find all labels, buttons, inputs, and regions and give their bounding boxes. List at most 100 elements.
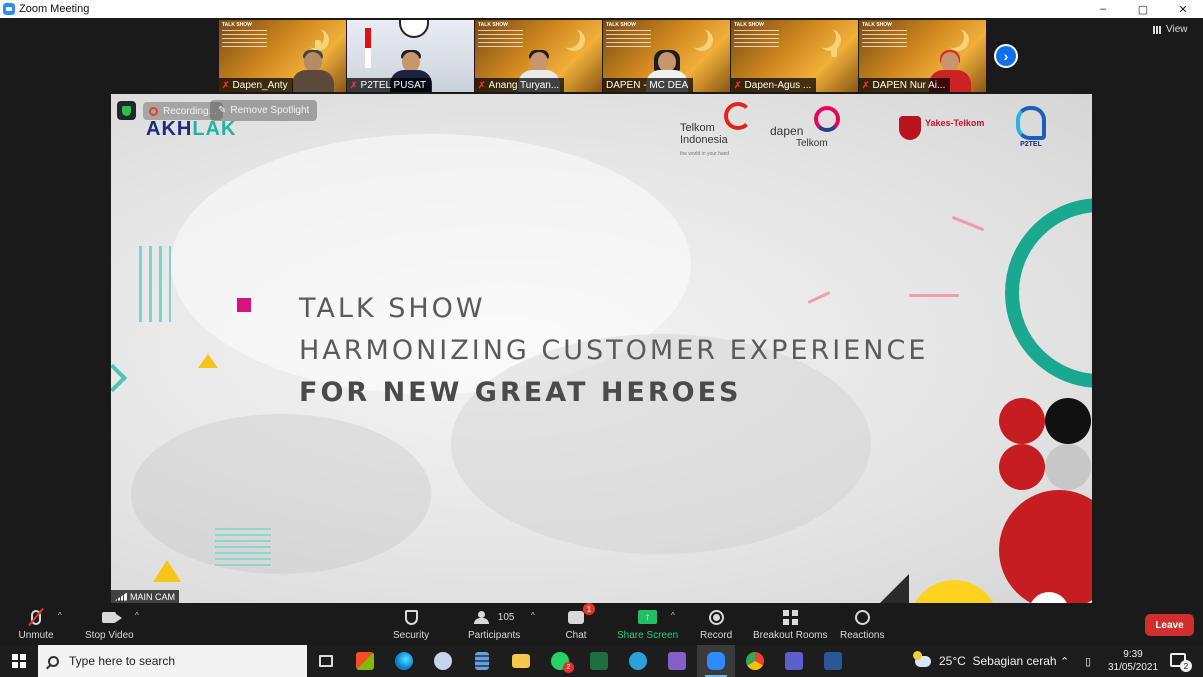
teams-app[interactable] <box>775 645 813 677</box>
yakes-logo: Yakes-Telkom <box>899 116 984 140</box>
remove-spotlight-button[interactable]: ✎ Remove Spotlight <box>210 100 318 121</box>
telegram-app[interactable] <box>619 645 657 677</box>
edge-icon <box>395 652 413 670</box>
stop-video-button[interactable]: Stop Video <box>85 607 134 641</box>
unmute-button[interactable]: Unmute <box>18 607 54 641</box>
video-camera-icon <box>85 607 133 627</box>
participants-button[interactable]: 105 Participants <box>468 607 520 641</box>
participant-tile[interactable]: TALK SHOW ✗ DAPEN Nur Ai... <box>859 20 986 92</box>
leave-button[interactable]: Leave <box>1145 614 1194 636</box>
meeting-toolbar: Unmute ^ Stop Video ^ Security 105 Parti… <box>0 603 1203 645</box>
whatsapp-app[interactable]: 2 <box>541 645 579 677</box>
decor-teal-ring <box>1005 198 1092 388</box>
next-page-button[interactable]: › <box>994 44 1018 68</box>
participant-name-bar: DAPEN - MC DEA <box>603 78 694 92</box>
record-label: Record <box>700 630 733 641</box>
search-input[interactable] <box>69 654 289 668</box>
participant-tile[interactable]: ✗ P2TEL PUSAT <box>347 20 474 92</box>
share-screen-button[interactable]: ↑ Share Screen <box>617 607 678 641</box>
weather-widget[interactable]: 25°C Sebagian cerah <box>913 645 1057 677</box>
calculator-icon <box>475 652 489 670</box>
word-app[interactable] <box>814 645 852 677</box>
chat-button[interactable]: 1 Chat <box>565 603 595 641</box>
audio-options-caret[interactable]: ^ <box>58 611 62 620</box>
thumb-slide-title: TALK SHOW <box>734 22 764 28</box>
video-options-caret[interactable]: ^ <box>135 611 139 620</box>
camera-name: MAIN CAM <box>130 591 175 602</box>
dapen-ring-icon <box>814 106 840 132</box>
thumb-slide-title: TALK SHOW <box>606 22 636 28</box>
decor-yellow-triangle <box>198 354 218 368</box>
participant-name: Dapen_Anty <box>232 79 288 91</box>
telegram-icon <box>629 652 647 670</box>
participant-name-bar: ✗ DAPEN Nur Ai... <box>859 78 951 92</box>
decor-teal-chevron <box>111 363 128 393</box>
decor-grey-dot <box>1045 444 1091 490</box>
participant-tile[interactable]: TALK SHOW ✗ Dapen_Anty <box>219 20 346 92</box>
word-icon <box>824 652 842 670</box>
notification-center-icon[interactable]: 2 <box>1170 653 1192 672</box>
taskbar-search[interactable] <box>38 645 307 677</box>
chrome-app[interactable] <box>736 645 774 677</box>
view-button[interactable]: View <box>1153 24 1188 35</box>
participant-tile[interactable]: TALK SHOW ✗ Anang Turyan... <box>475 20 602 92</box>
task-view-button[interactable] <box>307 645 345 677</box>
app-generic-a[interactable] <box>424 645 462 677</box>
participant-name: Dapen-Agus ... <box>744 79 812 91</box>
shield-icon <box>393 607 429 627</box>
breakout-rooms-button[interactable]: Breakout Rooms <box>753 607 827 641</box>
notification-count: 2 <box>1180 660 1192 672</box>
security-button[interactable]: Security <box>393 607 429 641</box>
task-view-icon <box>319 655 333 667</box>
participant-video <box>290 50 336 92</box>
background-blur <box>131 414 431 574</box>
windows-taskbar: 2 25°C Sebagian cerah ⌃ ▯ 9:39 31/05/202… <box>0 645 1203 677</box>
partly-cloudy-icon <box>913 650 931 667</box>
yakes-shield-icon <box>899 116 921 140</box>
start-button[interactable] <box>0 645 38 677</box>
tray-overflow-chevron-icon[interactable]: ⌃ <box>1060 645 1069 677</box>
slide-line-3: FOR NEW GREAT HEROES <box>299 377 742 408</box>
participant-tile[interactable]: TALK SHOW ✗ Dapen-Agus ... <box>731 20 858 92</box>
visual-studio-app[interactable] <box>658 645 696 677</box>
record-button[interactable]: Record <box>700 607 732 641</box>
share-options-caret[interactable]: ^ <box>671 611 675 620</box>
zoom-app[interactable] <box>697 645 735 677</box>
participants-label: Participants <box>468 630 521 641</box>
calculator-app[interactable] <box>463 645 501 677</box>
dapen-line2: Telkom <box>796 138 828 149</box>
muted-mic-icon: ✗ <box>222 79 230 90</box>
record-icon <box>701 607 731 627</box>
excel-app[interactable] <box>580 645 618 677</box>
visual-studio-icon <box>668 652 686 670</box>
app-icon <box>434 652 452 670</box>
muted-mic-icon: ✗ <box>478 79 486 90</box>
store-app[interactable] <box>346 645 384 677</box>
participant-tile[interactable]: TALK SHOW DAPEN - MC DEA <box>603 20 730 92</box>
pin-icon: ✎ <box>218 105 227 116</box>
maximize-button[interactable]: ▢ <box>1123 0 1163 18</box>
chat-icon: 1 <box>565 603 595 627</box>
weather-text: 25°C Sebagian cerah <box>939 654 1057 668</box>
teams-icon <box>785 652 803 670</box>
minimize-button[interactable]: – <box>1083 0 1123 18</box>
participant-name-bar: ✗ P2TEL PUSAT <box>347 78 432 92</box>
recording-label: Recording... <box>163 105 217 117</box>
akhlak-logo-part1: AKH <box>146 118 193 140</box>
view-label: View <box>1166 24 1188 35</box>
device-icon[interactable]: ▯ <box>1085 645 1091 677</box>
participants-options-caret[interactable]: ^ <box>531 611 535 620</box>
telkom-line1: Telkom <box>680 122 715 134</box>
crescent-moon-icon <box>558 26 580 48</box>
slide-title-block: TALK SHOW HARMONIZING CUSTOMER EXPERIENC… <box>299 288 928 414</box>
reactions-button[interactable]: Reactions <box>840 607 884 641</box>
akhlak-logo-part2: LAK <box>192 118 237 140</box>
thumb-slide-text <box>734 30 779 50</box>
edge-app[interactable] <box>385 645 423 677</box>
stop-video-label: Stop Video <box>85 630 134 641</box>
close-button[interactable]: ✕ <box>1163 0 1203 18</box>
participant-strip: TALK SHOW ✗ Dapen_Anty ✗ P2TEL PUSAT TALK … <box>219 20 986 92</box>
file-explorer-app[interactable] <box>502 645 540 677</box>
taskbar-clock[interactable]: 9:39 31/05/2021 <box>1107 648 1159 674</box>
security-shield-chip[interactable] <box>117 101 136 120</box>
